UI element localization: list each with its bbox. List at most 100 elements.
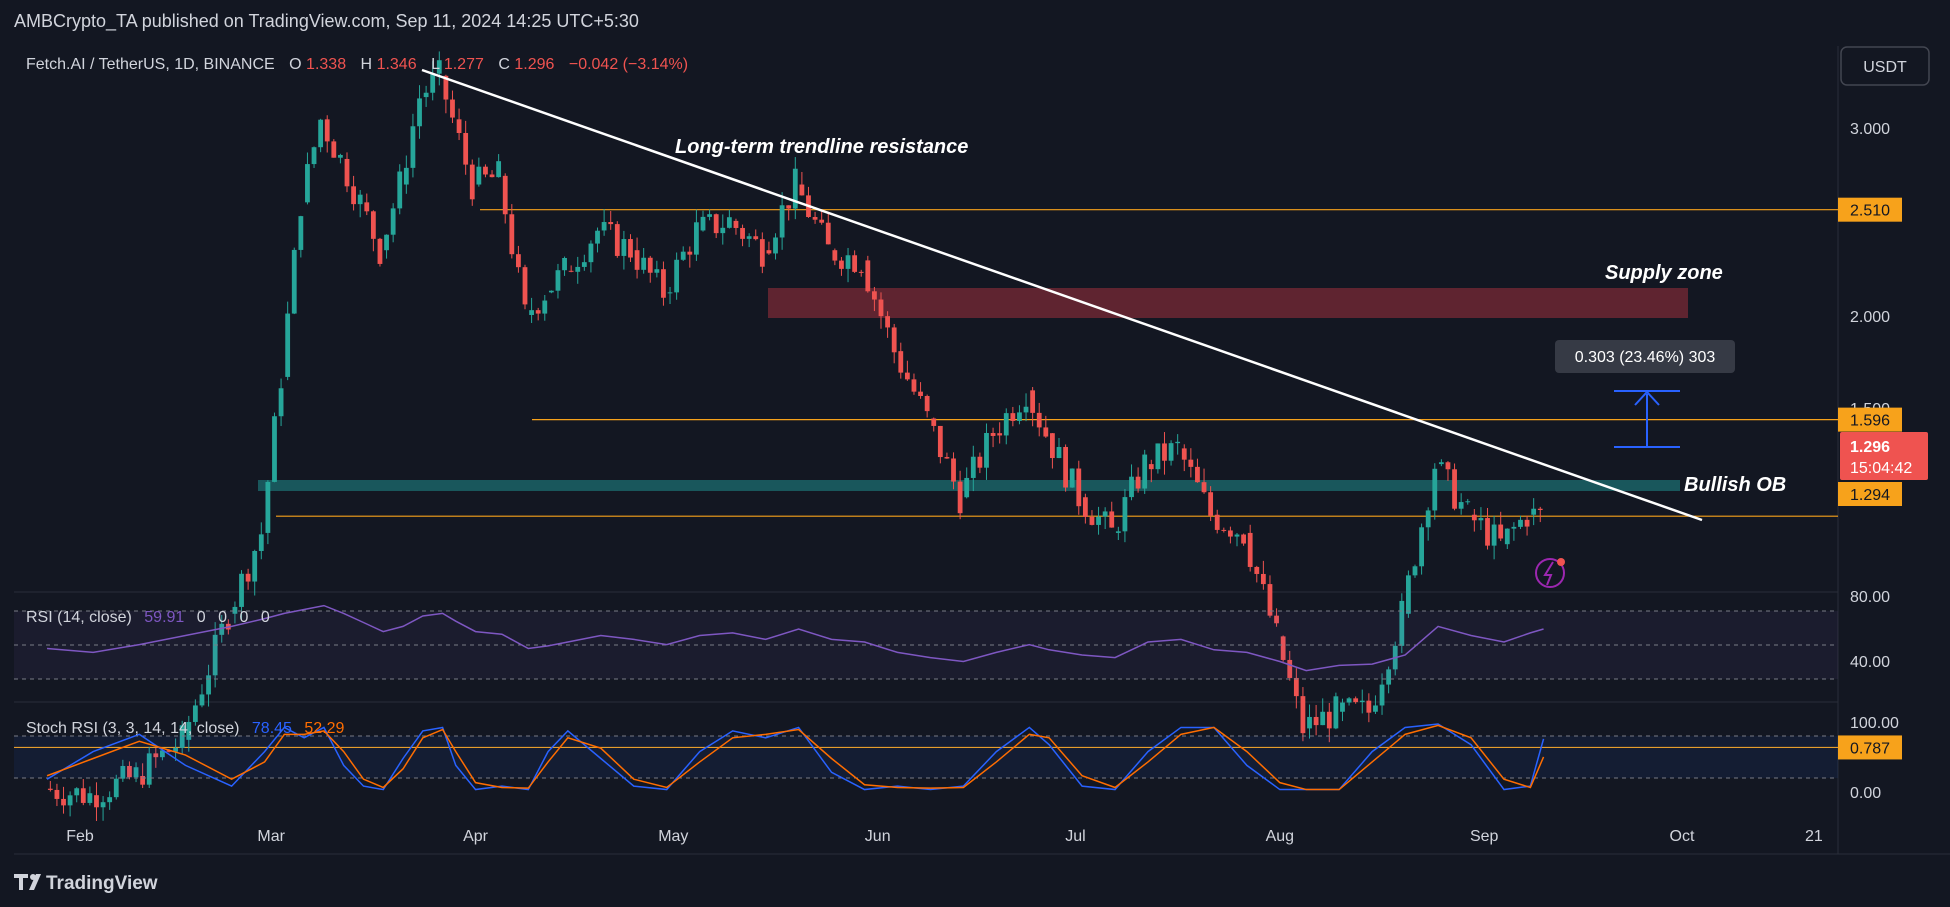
candle-body [720, 227, 726, 234]
candle-body [239, 573, 244, 607]
candle-body [911, 379, 917, 392]
candle-body [1234, 534, 1240, 537]
candle-body [1300, 696, 1306, 734]
candle-body [516, 254, 521, 268]
trendline-annotation[interactable]: Long-term trendline resistance [675, 136, 968, 158]
candle-body [1471, 514, 1477, 521]
candle-body [1148, 464, 1154, 470]
stoch-title: Stoch RSI (3, 3, 14, 14, close) [26, 720, 239, 737]
candle-body [1498, 524, 1504, 539]
stoch-tick: 100.00 [1850, 715, 1899, 732]
candle-body [601, 222, 607, 231]
candle-body [904, 372, 910, 380]
candle-body [1003, 413, 1009, 436]
candle-body [450, 99, 455, 118]
candle-body [1326, 711, 1332, 729]
candle-body [1478, 518, 1484, 521]
candle-body [502, 175, 508, 215]
candle-body [351, 186, 356, 205]
candle-body [595, 230, 600, 244]
candle-body [575, 266, 581, 272]
candle-body [107, 797, 113, 803]
candle-body [305, 164, 310, 203]
candle-body [456, 119, 462, 133]
candle-body [555, 270, 561, 291]
candle-body [1129, 476, 1134, 498]
candle-body [535, 310, 541, 314]
candle-body [799, 184, 805, 196]
candle-body [403, 167, 409, 185]
rsi-tick: 80.00 [1850, 589, 1890, 606]
candle-body [291, 249, 297, 314]
candle-body [1313, 716, 1319, 726]
candle-body [937, 425, 943, 458]
candle-body [944, 457, 950, 459]
supply-zone[interactable] [768, 288, 1688, 318]
candle-body [931, 418, 937, 426]
candle-body [397, 171, 403, 209]
candle-body [753, 236, 759, 240]
time-tick: Feb [66, 828, 94, 845]
candle-body [80, 788, 86, 803]
candle-body [483, 166, 488, 175]
level-tag-label: 1.596 [1850, 413, 1890, 430]
candle-body [417, 98, 422, 127]
candle-body [852, 255, 858, 272]
candle-body [1195, 466, 1200, 483]
candle-body [331, 141, 337, 158]
bullish-ob-annotation[interactable]: Bullish OB [1684, 474, 1786, 496]
candle-body [1254, 566, 1260, 574]
candle-body [1518, 519, 1523, 527]
legend-h-value: 1.346 [377, 56, 417, 73]
candle-body [641, 257, 647, 270]
candle-body [1438, 462, 1444, 465]
candle-body [733, 220, 739, 228]
level-tag-label: 2.510 [1850, 203, 1890, 220]
candle-body [1221, 529, 1227, 531]
rsi-value-2: 0 [197, 609, 206, 626]
currency-button[interactable]: USDT [1840, 46, 1930, 86]
candle-body [990, 433, 996, 436]
candle-body [674, 259, 680, 293]
candle-body [423, 92, 429, 98]
candle-body [1135, 476, 1141, 489]
candle-body [964, 477, 970, 498]
candle-body [825, 222, 831, 245]
candle-body [687, 251, 693, 255]
candle-body [970, 456, 976, 478]
candle-body [1531, 508, 1537, 515]
candle-body [1017, 412, 1022, 421]
candle-body [1076, 468, 1082, 507]
candle-body [430, 73, 436, 93]
candle-body [324, 119, 330, 142]
candle-body [311, 147, 317, 165]
chart-canvas[interactable]: 0.303 (23.46%) 303 Long-term trendline r… [0, 0, 1950, 907]
candle-body [746, 236, 752, 239]
candle-body [713, 214, 719, 234]
bar-countdown: 15:04:42 [1850, 460, 1912, 477]
tradingview-logo: TradingView [14, 873, 158, 894]
candle-body [1069, 468, 1075, 488]
candle-body [1465, 501, 1471, 503]
stoch-d-value: 52.29 [304, 720, 344, 737]
candle-body [891, 327, 897, 353]
legend-l-value: 1.277 [444, 56, 484, 73]
candle-body [1050, 433, 1055, 459]
stoch-band [14, 736, 1838, 778]
candle-body [1036, 412, 1042, 428]
candle-body [245, 573, 251, 582]
candle-body [1168, 443, 1174, 461]
supply-zone-annotation[interactable]: Supply zone [1605, 262, 1723, 284]
candle-body [1425, 510, 1431, 528]
candle-body [647, 257, 653, 273]
rsi-tick: 40.00 [1850, 654, 1890, 671]
rsi-title: RSI (14, close) [26, 609, 132, 626]
candle-body [1293, 677, 1299, 697]
candle-body [924, 395, 930, 412]
candle-body [522, 267, 528, 305]
price-axis[interactable]: 3.000 2.000 1.500 [1850, 121, 1890, 418]
candle-body [61, 798, 66, 806]
candle-body [845, 255, 851, 269]
candle-body [1320, 711, 1326, 726]
candle-body [496, 161, 502, 178]
